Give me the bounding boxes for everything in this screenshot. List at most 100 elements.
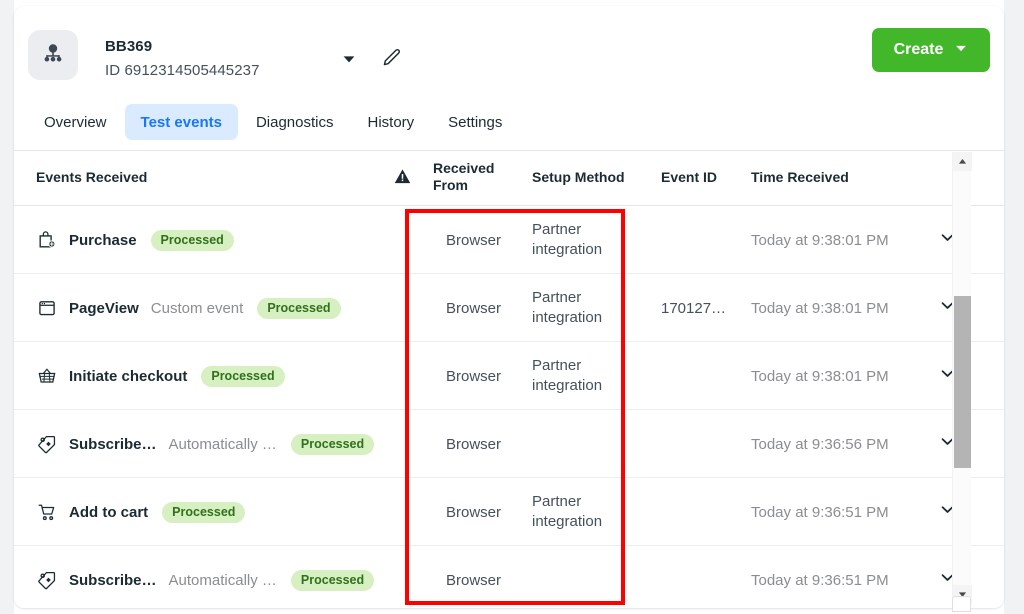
warning-triangle-icon	[394, 168, 411, 189]
event-subtitle: Automatically …	[168, 571, 277, 589]
event-subtitle: Custom event	[150, 299, 244, 317]
status-badge: Processed	[290, 569, 375, 591]
time-received-cell: Today at 9:36:51 PM	[751, 546, 889, 608]
window-icon	[36, 297, 58, 319]
received-from-cell: Browser	[446, 342, 501, 410]
account-id: ID 6912314505445237	[105, 62, 260, 79]
received-from-cell: Browser	[446, 274, 501, 342]
table-row[interactable]: Initiate checkout Processed Browser Part…	[14, 342, 1004, 410]
caret-down-icon	[954, 41, 968, 60]
create-button-label: Create	[893, 41, 944, 58]
basket-icon	[36, 365, 58, 387]
pencil-icon	[381, 45, 404, 73]
page-gutter-left	[0, 0, 14, 614]
table-row[interactable]: Subscribe… Automatically … Processed Bro…	[14, 410, 1004, 478]
received-from-cell: Browser	[446, 546, 501, 608]
column-header-events-received: Events Received	[36, 169, 148, 185]
table-scrollbar[interactable]	[952, 152, 972, 604]
event-cell: Add to cart Processed	[36, 478, 246, 546]
event-cell: Purchase Processed	[36, 206, 234, 274]
setup-method-cell: Partner integration	[532, 206, 622, 274]
time-received-value: Today at 9:38:01 PM	[751, 367, 889, 385]
event-cell: Subscribe… Automatically … Processed	[36, 546, 375, 608]
tab-history[interactable]: History	[352, 104, 431, 140]
tag-icon	[36, 569, 58, 591]
event-cell: PageView Custom event Processed	[36, 274, 341, 342]
edit-account-button[interactable]	[376, 43, 408, 75]
scrollbar-corner	[952, 596, 971, 612]
account-header: BB369 ID 6912314505445237 Create	[14, 6, 1004, 102]
received-from-cell: Browser	[446, 478, 501, 546]
setup-method-cell: Partner integration	[532, 342, 622, 410]
setup-method-value: Partner integration	[532, 357, 603, 394]
scroll-up-arrow-icon[interactable]	[953, 152, 972, 171]
time-received-value: Today at 9:38:01 PM	[751, 231, 889, 249]
status-badge: Processed	[290, 433, 375, 455]
setup-method-cell: Partner integration	[532, 274, 622, 342]
column-header-time-received: Time Received	[751, 169, 849, 185]
section-tabs: Overview Test events Diagnostics History…	[28, 104, 518, 140]
received-from-cell: Browser	[446, 410, 501, 478]
account-name: BB369	[105, 38, 153, 55]
table-row[interactable]: Purchase Processed Browser Partner integ…	[14, 206, 1004, 274]
time-received-value: Today at 9:36:56 PM	[751, 435, 889, 453]
time-received-cell: Today at 9:38:01 PM	[751, 274, 889, 342]
tag-icon	[36, 433, 58, 455]
cart-icon	[36, 501, 58, 523]
app-root: BB369 ID 6912314505445237 Create Overvie…	[0, 0, 1024, 614]
event-subtitle: Automatically …	[168, 435, 277, 453]
time-received-value: Today at 9:38:01 PM	[751, 299, 889, 317]
event-name: Initiate checkout	[69, 367, 188, 385]
setup-method-value: Partner integration	[532, 493, 603, 530]
received-from-value: Browser	[446, 231, 502, 249]
time-received-value: Today at 9:36:51 PM	[751, 571, 889, 589]
event-id-value: 170127…	[661, 299, 727, 317]
received-from-value: Browser	[446, 435, 502, 453]
event-cell: Initiate checkout Processed	[36, 342, 285, 410]
tab-overview[interactable]: Overview	[28, 104, 123, 140]
received-from-value: Browser	[446, 367, 502, 385]
account-switcher-button[interactable]	[336, 48, 362, 74]
received-from-value: Browser	[446, 299, 502, 317]
column-header-event-id: Event ID	[661, 169, 718, 185]
time-received-cell: Today at 9:38:01 PM	[751, 342, 889, 410]
setup-method-value: Partner integration	[532, 221, 603, 258]
received-from-cell: Browser	[446, 206, 501, 274]
chevron-down-icon	[341, 51, 357, 72]
column-header-setup-method: Setup Method	[532, 169, 625, 185]
time-received-cell: Today at 9:36:51 PM	[751, 478, 889, 546]
setup-method-value: Partner integration	[532, 289, 603, 326]
event-id-cell: 170127…	[661, 274, 726, 342]
table-body: Purchase Processed Browser Partner integ…	[14, 206, 1004, 607]
events-manager-card: BB369 ID 6912314505445237 Create Overvie…	[14, 6, 1004, 608]
table-row[interactable]: Subscribe… Automatically … Processed Bro…	[14, 546, 1004, 608]
time-received-cell: Today at 9:36:56 PM	[751, 410, 889, 478]
received-from-value: Browser	[446, 571, 502, 589]
status-badge: Processed	[162, 501, 246, 523]
event-cell: Subscribe… Automatically … Processed	[36, 410, 375, 478]
shopping-bag-icon	[36, 229, 58, 251]
status-badge: Processed	[150, 229, 234, 251]
tab-test-events[interactable]: Test events	[124, 104, 238, 140]
network-nodes-icon	[40, 40, 66, 71]
event-name: Purchase	[69, 231, 137, 249]
column-header-received-from: Received From	[433, 160, 495, 193]
event-name: Add to cart	[69, 503, 149, 521]
status-badge: Processed	[201, 365, 285, 387]
account-avatar	[28, 30, 78, 80]
table-row[interactable]: Add to cart Processed Browser Partner in…	[14, 478, 1004, 546]
table-header-row: Events Received Received From Setup Meth…	[14, 151, 1004, 206]
time-received-cell: Today at 9:38:01 PM	[751, 206, 889, 274]
tab-diagnostics[interactable]: Diagnostics	[240, 104, 350, 140]
create-button[interactable]: Create	[872, 28, 990, 72]
event-name: PageView	[69, 299, 139, 317]
scrollbar-thumb[interactable]	[954, 296, 971, 468]
table-row[interactable]: PageView Custom event Processed Browser …	[14, 274, 1004, 342]
test-events-table: Events Received Received From Setup Meth…	[14, 151, 1004, 608]
event-name: Subscribe…	[69, 435, 157, 453]
tab-settings[interactable]: Settings	[432, 104, 518, 140]
setup-method-cell: Partner integration	[532, 478, 622, 546]
page-gutter-right	[1004, 0, 1024, 614]
event-name: Subscribe…	[69, 571, 157, 589]
status-badge: Processed	[257, 297, 341, 319]
